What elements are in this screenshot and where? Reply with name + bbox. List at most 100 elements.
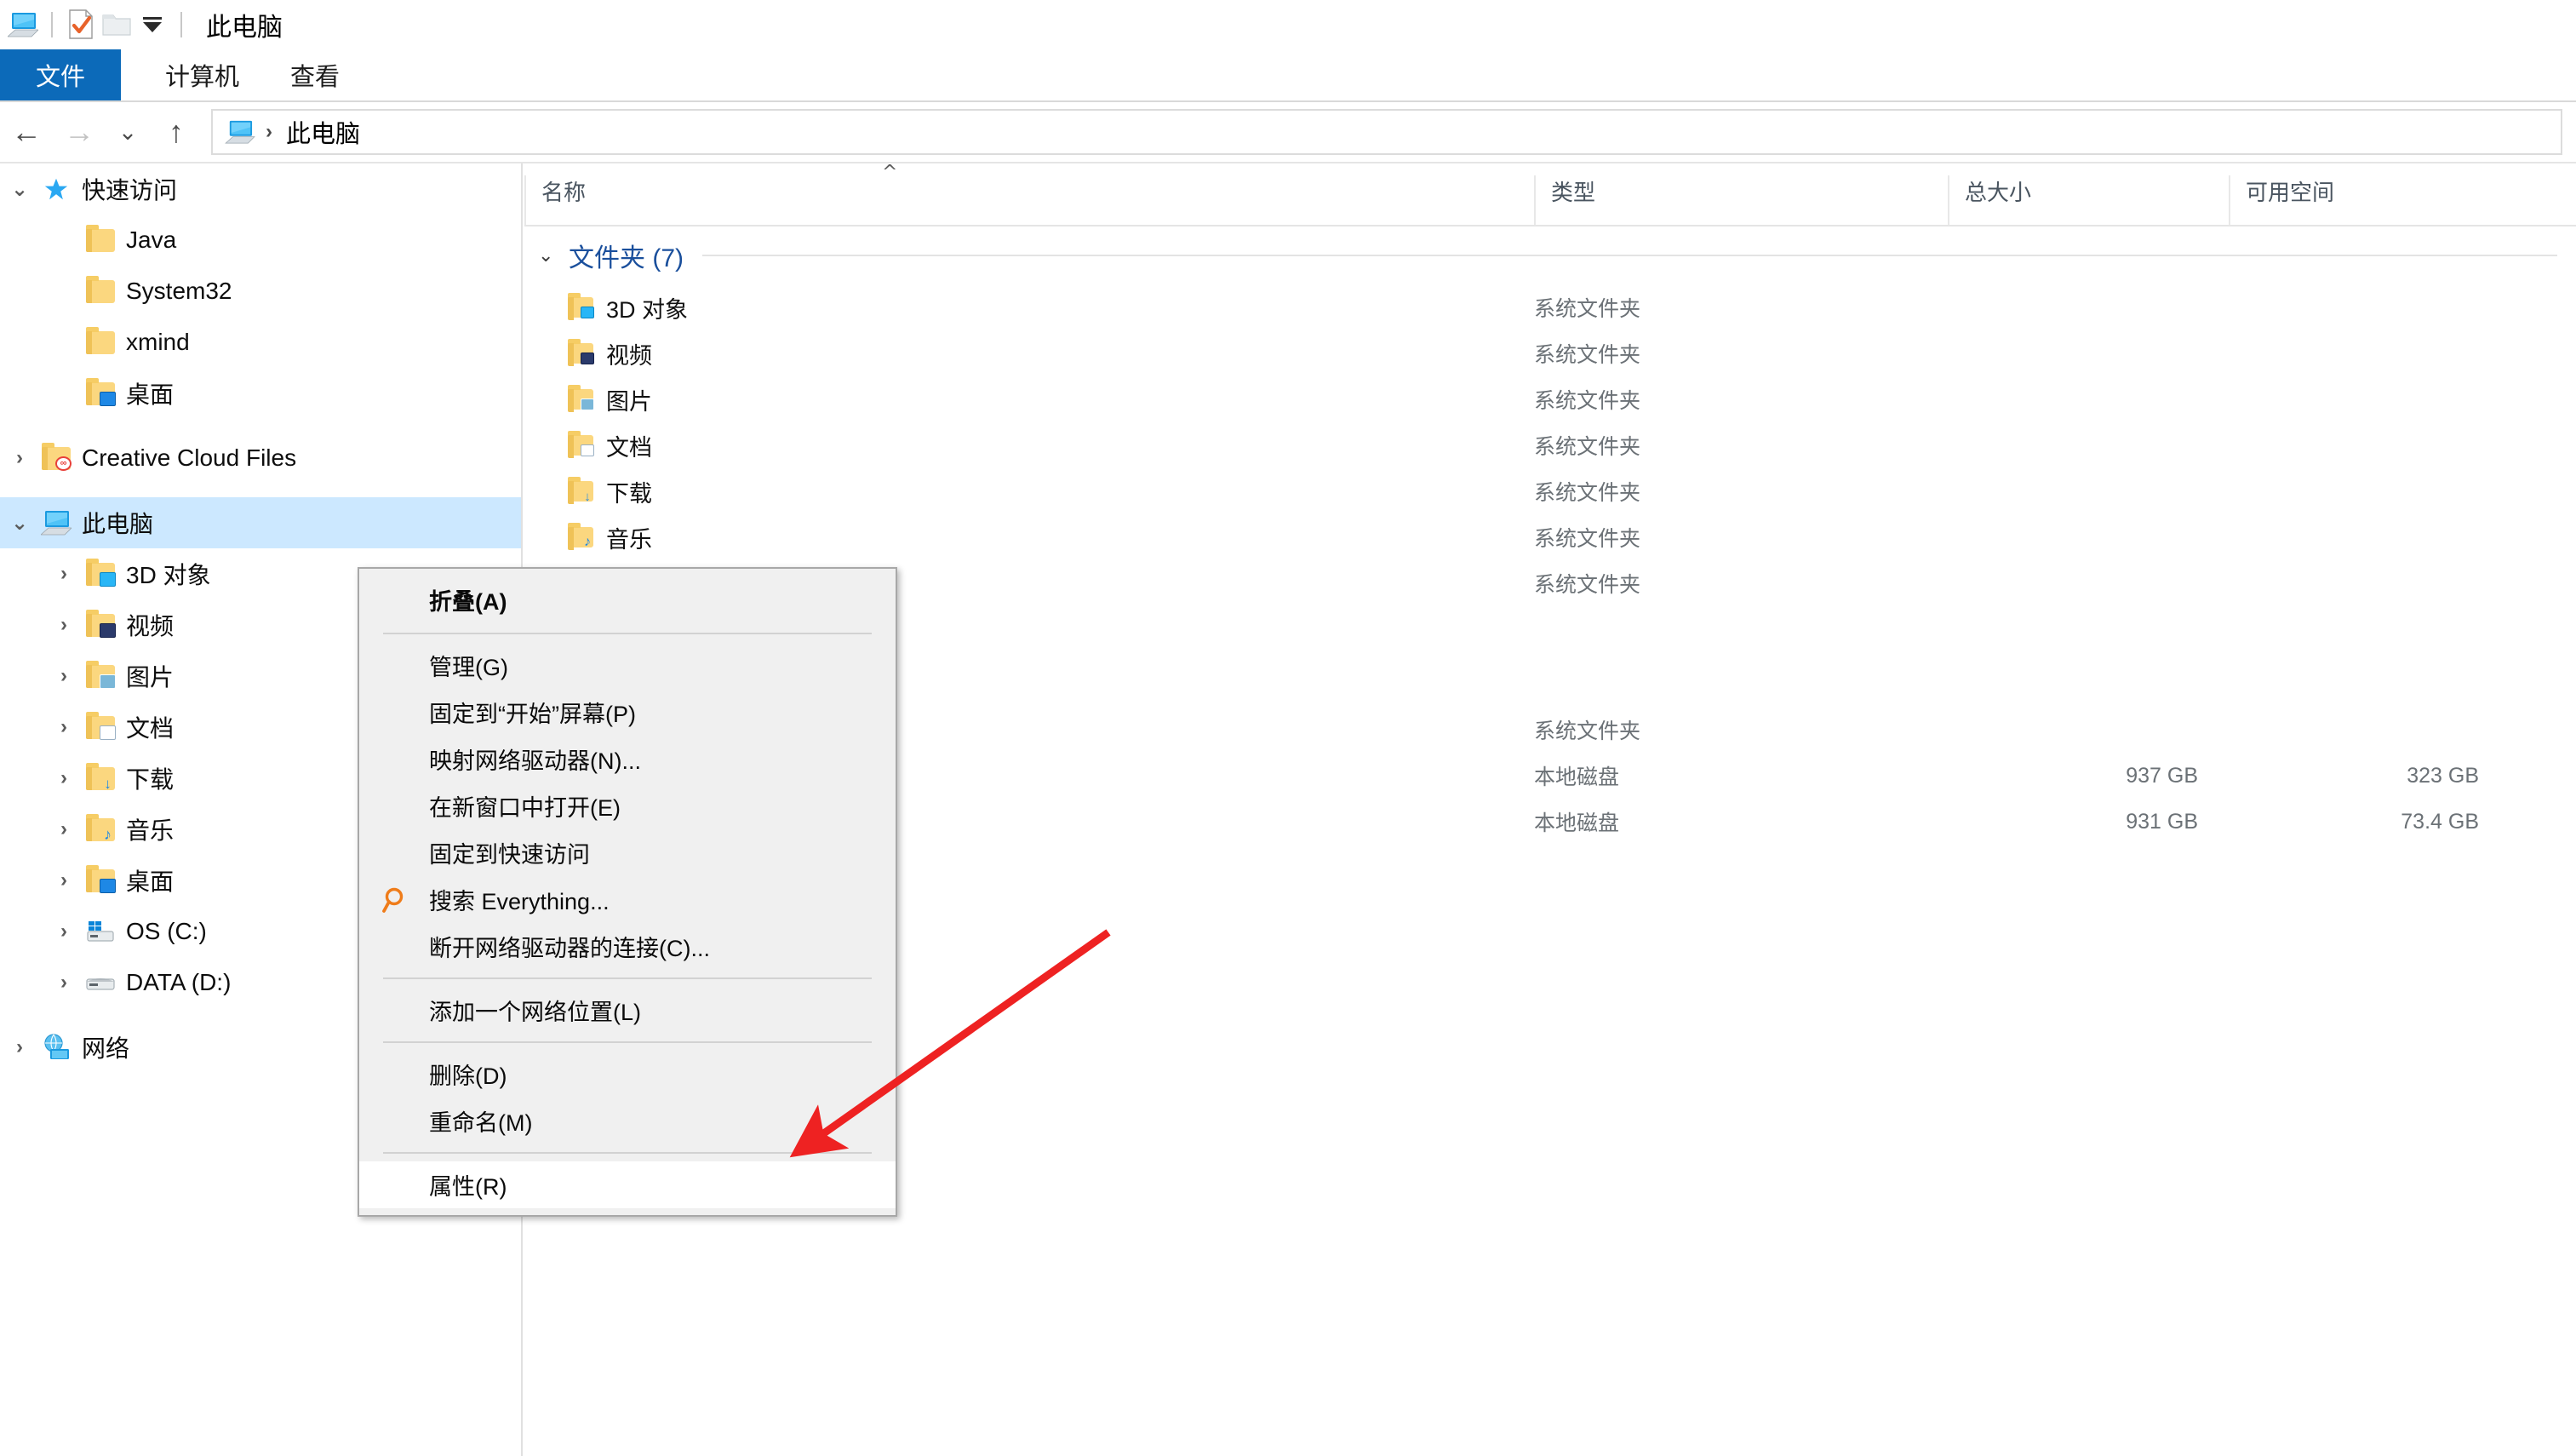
context-menu-item-manage[interactable]: 管理(G) [359, 642, 896, 689]
table-row[interactable]: 视频 系统文件夹 [524, 330, 2576, 376]
table-row[interactable]: 图片 系统文件夹 [524, 376, 2576, 422]
this-pc-icon[interactable] [5, 7, 41, 43]
sidebar-item-quick-access[interactable]: ⌄ 快速访问 [0, 163, 521, 215]
chevron-placeholder-icon: › [44, 279, 83, 303]
star-icon [39, 174, 73, 204]
downloads-icon: ↓ [83, 762, 117, 794]
sidebar-item-label: Creative Cloud Files [82, 444, 297, 471]
sidebar-item-label: 网络 [82, 1035, 130, 1062]
context-menu-item-rename[interactable]: 重命名(M) [359, 1098, 896, 1144]
breadcrumb-item-this-pc[interactable]: 此电脑 [286, 114, 360, 150]
column-header-size[interactable]: 总大小 [1948, 175, 2229, 225]
file-name-cell[interactable]: 视频 [524, 337, 1534, 370]
chevron-down-icon[interactable]: ⌄ [538, 244, 569, 267]
file-type-cell: 本地磁盘 [1534, 811, 1620, 835]
context-menu-item-pin-to-quick-access[interactable]: 固定到快速访问 [359, 829, 896, 876]
breadcrumb[interactable]: › 此电脑 [211, 109, 2562, 155]
chevron-right-icon[interactable]: › [44, 613, 83, 637]
chevron-down-icon[interactable]: ⌄ [0, 177, 39, 202]
file-type-cell: 系统文件夹 [1534, 389, 1641, 413]
sidebar-item-desktop-quick[interactable]: › 桌面 [0, 368, 521, 419]
context-menu-item-map-network-drive[interactable]: 映射网络驱动器(N)... [359, 736, 896, 782]
context-menu-item-add-network-location[interactable]: 添加一个网络位置(L) [359, 987, 896, 1034]
chevron-right-icon[interactable]: › [44, 868, 83, 892]
chevron-placeholder-icon: › [44, 228, 83, 252]
chevron-right-icon[interactable]: › [0, 446, 39, 470]
forward-button[interactable]: → [53, 106, 106, 158]
sidebar-item-xmind[interactable]: › xmind [0, 317, 521, 368]
folder-icon [83, 275, 117, 307]
tab-view[interactable]: 查看 [265, 49, 365, 100]
file-name-cell[interactable]: ♪ 音乐 [524, 521, 1534, 554]
file-name-cell[interactable]: 3D 对象 [524, 291, 1534, 324]
this-pc-icon [225, 120, 255, 144]
chevron-right-icon[interactable]: › [44, 562, 83, 586]
window-title: 此电脑 [206, 14, 283, 42]
context-menu-item-properties[interactable]: 属性(R) [359, 1161, 896, 1208]
chevron-down-icon[interactable]: ⌄ [0, 511, 39, 536]
title-bar: 此电脑 [0, 0, 2576, 49]
customize-qat-dropdown-icon[interactable] [135, 7, 170, 43]
up-button[interactable]: ↑ [150, 106, 203, 158]
context-menu[interactable]: 折叠(A) 管理(G) 固定到“开始”屏幕(P) 映射网络驱动器(N)... 在… [358, 567, 897, 1217]
file-size-cell: 931 GB [2126, 809, 2198, 834]
column-header-free[interactable]: 可用空间 [2229, 175, 2510, 225]
tab-computer[interactable]: 计算机 [140, 49, 265, 100]
group-header-label: 文件夹 (7) [569, 244, 684, 272]
folder-icon [83, 224, 117, 255]
pictures-icon [565, 384, 596, 415]
column-header-name[interactable]: 名称 [524, 175, 1534, 225]
file-free-cell: 73.4 GB [2401, 809, 2479, 834]
table-row[interactable]: 文档 系统文件夹 [524, 422, 2576, 468]
chevron-right-icon[interactable]: › [44, 766, 83, 790]
context-menu-separator [383, 633, 872, 634]
file-name-cell[interactable]: ↓ 下载 [524, 475, 1534, 508]
creative-cloud-icon: ∞ [39, 442, 73, 473]
table-row[interactable]: ↓ 下载 系统文件夹 [524, 468, 2576, 514]
sidebar-item-this-pc[interactable]: ⌄ 此电脑 [0, 497, 521, 548]
column-header-type[interactable]: 类型 [1534, 175, 1948, 225]
file-type-cell: 本地磁盘 [1534, 765, 1620, 789]
sort-ascending-icon[interactable]: ^ [882, 162, 897, 183]
context-menu-item-open-in-new-window[interactable]: 在新窗口中打开(E) [359, 782, 896, 829]
sidebar-item-label: DATA (D:) [126, 969, 232, 995]
music-icon: ♪ [83, 813, 117, 845]
chevron-right-icon[interactable]: › [44, 715, 83, 739]
recent-locations-dropdown-icon[interactable]: ⌄ [106, 106, 150, 158]
sidebar-item-java[interactable]: › Java [0, 215, 521, 266]
sidebar-item-system32[interactable]: › System32 [0, 266, 521, 317]
back-button[interactable]: ← [0, 106, 53, 158]
chevron-right-icon[interactable]: › [44, 920, 83, 943]
sidebar-item-label: 下载 [126, 766, 175, 793]
chevron-placeholder-icon: › [44, 381, 83, 405]
file-name-cell[interactable]: 图片 [524, 383, 1534, 416]
group-header-folders[interactable]: ⌄ 文件夹 (7) [524, 226, 2576, 284]
sidebar-item-label: 3D 对象 [126, 562, 211, 588]
sidebar-item-creative-cloud-files[interactable]: › ∞ Creative Cloud Files [0, 433, 521, 484]
chevron-right-icon[interactable]: › [0, 1035, 39, 1059]
network-icon [39, 1032, 73, 1063]
chevron-right-icon[interactable]: › [44, 971, 83, 995]
context-menu-item-search-everything[interactable]: 搜索 Everything... [359, 876, 896, 923]
chevron-right-icon[interactable]: › [44, 664, 83, 688]
sidebar-item-label: xmind [126, 329, 190, 355]
sidebar-item-label: 此电脑 [82, 511, 154, 537]
chevron-placeholder-icon: › [44, 330, 83, 354]
context-menu-item-pin-to-start[interactable]: 固定到“开始”屏幕(P) [359, 689, 896, 736]
table-row[interactable]: ♪ 音乐 系统文件夹 [524, 514, 2576, 560]
file-name-cell[interactable]: 文档 [524, 429, 1534, 462]
documents-icon [565, 430, 596, 461]
breadcrumb-separator[interactable]: › [266, 120, 272, 144]
context-menu-item-delete[interactable]: 删除(D) [359, 1051, 896, 1098]
chevron-right-icon[interactable]: › [44, 817, 83, 841]
new-folder-icon[interactable] [99, 7, 135, 43]
table-row[interactable]: 3D 对象 系统文件夹 [524, 284, 2576, 330]
context-menu-item-collapse[interactable]: 折叠(A) [359, 574, 896, 625]
desktop-folder-icon [83, 377, 117, 409]
context-menu-item-disconnect-network-drive[interactable]: 断开网络驱动器的连接(C)... [359, 923, 896, 970]
tab-file[interactable]: 文件 [0, 49, 121, 100]
properties-icon[interactable] [63, 7, 99, 43]
downloads-icon: ↓ [565, 476, 596, 507]
